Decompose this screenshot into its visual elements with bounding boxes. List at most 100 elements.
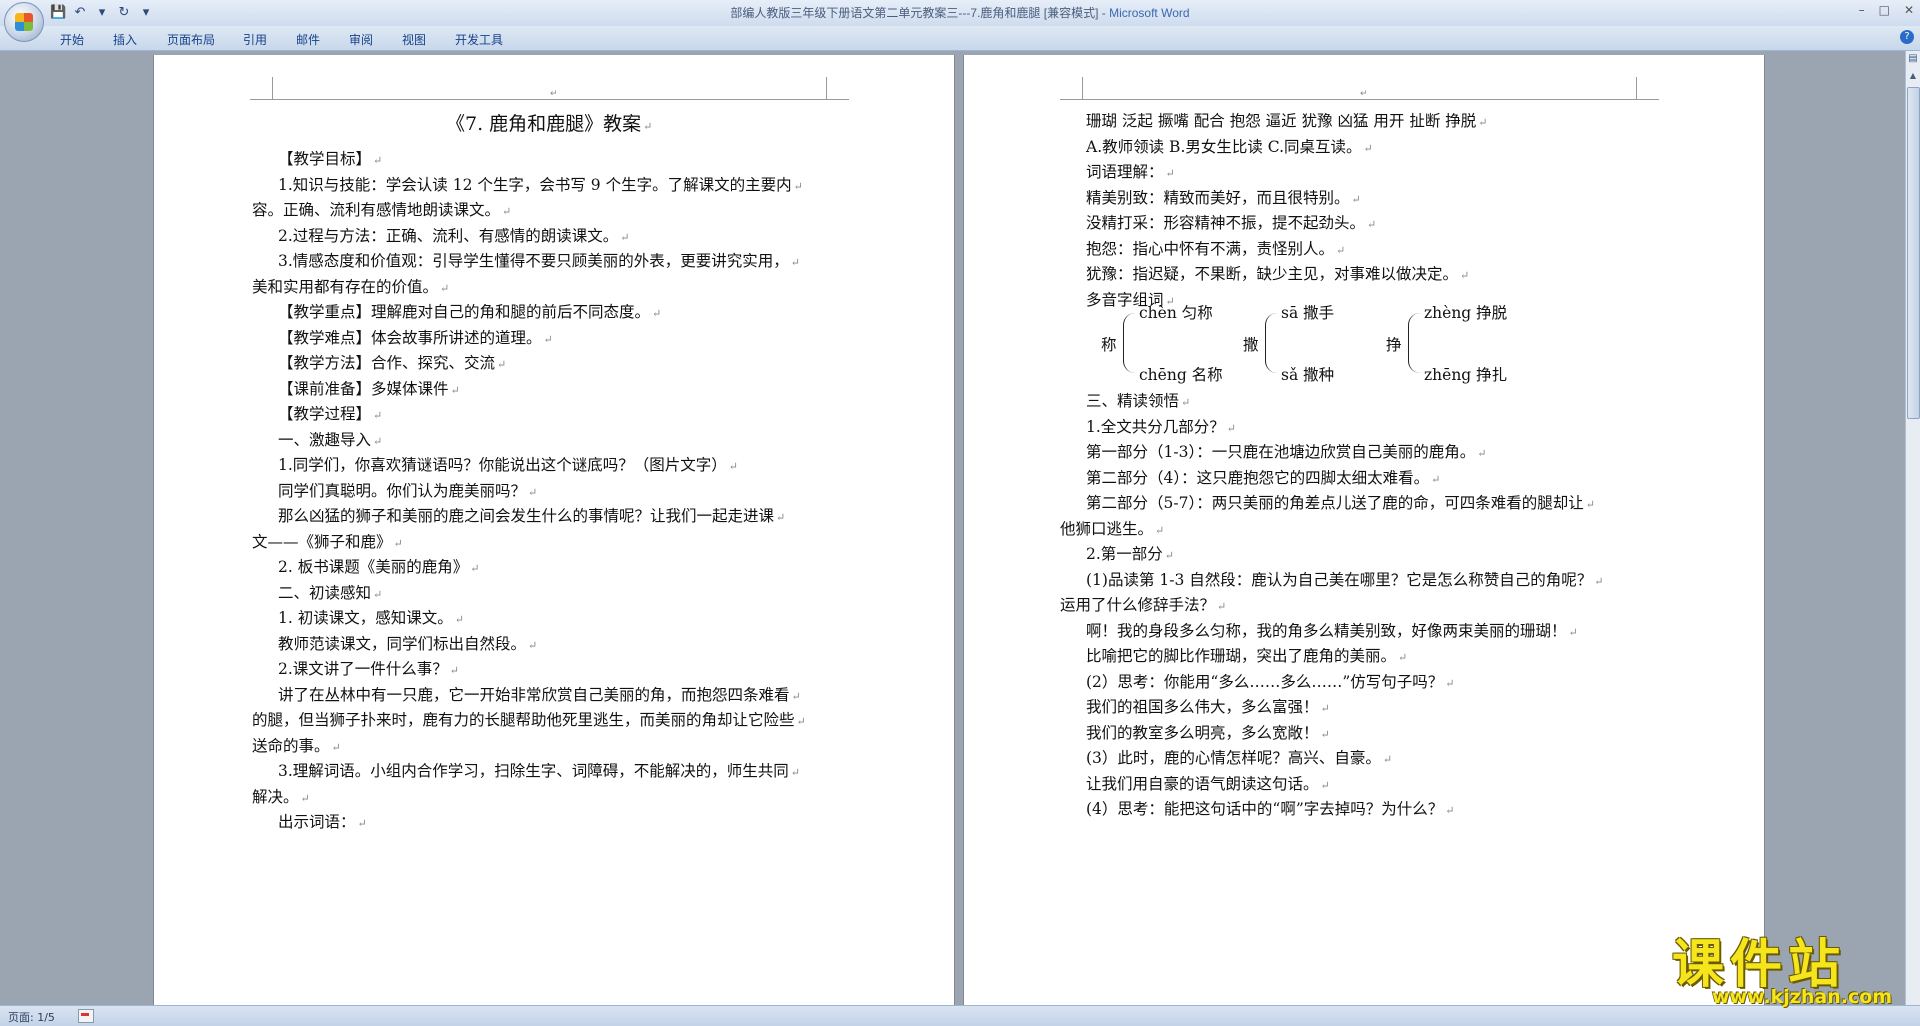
scroll-thumb[interactable] bbox=[1907, 87, 1920, 419]
text-line: 同学们真聪明。你们认为鹿美丽吗？ ↵ bbox=[278, 479, 537, 501]
text-line: 珊瑚 泛起 撅嘴 配合 抱怨 逼近 犹豫 凶猛 用开 扯断 挣脱 ↵ bbox=[1086, 109, 1488, 131]
paragraph-mark: ↵ bbox=[790, 766, 801, 779]
paragraph-mark: ↵ bbox=[1445, 804, 1455, 817]
paragraph-mark: ↵ bbox=[1445, 676, 1455, 690]
maximize-button[interactable]: □ bbox=[1879, 3, 1890, 17]
text-line: 那么凶猛的狮子和美丽的鹿之间会发生什么的事情呢？让我们一起走进课 ↵ bbox=[278, 504, 785, 526]
text-line: 教师范读课文，同学们标出自然段。 ↵ bbox=[278, 632, 537, 654]
office-button[interactable] bbox=[4, 2, 44, 42]
paragraph-mark: ↵ bbox=[373, 587, 383, 601]
paragraph-mark: ↵ bbox=[331, 740, 341, 754]
text-line-content: 1.知识与技能：学会认读 12 个生字，会书写 9 个生字。了解课文的主要内 bbox=[278, 175, 792, 194]
header-paragraph-mark: ↵ bbox=[550, 89, 558, 99]
text-line-content: 我们的祖国多么伟大，多么富强！ bbox=[1086, 698, 1319, 716]
polyphone-reading-bottom: zhēng 挣扎 bbox=[1424, 366, 1508, 384]
paragraph-mark: ↵ bbox=[1594, 574, 1604, 588]
minimize-button[interactable]: – bbox=[1859, 3, 1865, 17]
paragraph-mark: ↵ bbox=[1155, 523, 1165, 537]
text-line: 犹豫：指迟疑，不果断，缺少主见，对事难以做决定。 ↵ bbox=[1086, 262, 1469, 284]
text-line: 1.知识与技能：学会认读 12 个生字，会书写 9 个生字。了解课文的主要内 ↵ bbox=[278, 173, 803, 195]
text-line: 第二部分（5-7）：两只美丽的角差点儿送了鹿的命，可四条难看的腿却让 ↵ bbox=[1086, 491, 1595, 513]
text-line: 第二部分（4）：这只鹿抱怨它的四脚太细太难看。 ↵ bbox=[1086, 466, 1440, 488]
text-line: 二、初读感知 ↵ bbox=[278, 581, 382, 603]
document-page-1[interactable]: ↵ 《7. 鹿角和鹿腿》教案 ↵ 【教学目标】 ↵ 1.知识与技能：学会认读 12 个生… bbox=[153, 55, 955, 1005]
tab-insert[interactable]: 插入 bbox=[113, 31, 137, 48]
margin-corner bbox=[1060, 77, 1083, 100]
paragraph-mark: ↵ bbox=[1585, 498, 1595, 511]
title-bar: 💾 ↶ ▾ ↻ ▾ 部编人教版三年级下册语文第二单元教案三---7.鹿角和鹿腿 … bbox=[0, 0, 1920, 27]
help-icon[interactable]: ? bbox=[1900, 30, 1914, 44]
text-line: 讲了在丛林中有一只鹿，它一开始非常欣赏自己美丽的角，而抱怨四条难看 ↵ bbox=[278, 683, 801, 705]
text-line: 2.课文讲了一件什么事？ ↵ bbox=[278, 657, 459, 679]
paragraph-mark: ↵ bbox=[1320, 727, 1330, 741]
proofing-icon[interactable] bbox=[78, 1009, 94, 1023]
text-line-content: 讲了在丛林中有一只鹿，它一开始非常欣赏自己美丽的角，而抱怨四条难看 bbox=[278, 685, 790, 704]
page-count[interactable]: 页面: 1/5 bbox=[8, 1009, 55, 1025]
text-line-content: 2.第一部分 bbox=[1086, 545, 1163, 563]
paragraph-mark: ↵ bbox=[1336, 243, 1346, 257]
text-line-content: 精美别致：精致而美好，而且很特别。 bbox=[1086, 188, 1350, 207]
text-line: 2.第一部分 ↵ bbox=[1086, 542, 1174, 564]
text-line: 1. 初读课文，感知课文。 ↵ bbox=[278, 606, 464, 628]
text-line-content: 比喻把它的脚比作珊瑚，突出了鹿角的美丽。 bbox=[1086, 647, 1397, 665]
close-button[interactable]: ✕ bbox=[1904, 3, 1914, 17]
text-line: 精美别致：精致而美好，而且很特别。 ↵ bbox=[1086, 186, 1361, 208]
text-line-content: 我们的教室多么明亮，多么宽敞！ bbox=[1086, 723, 1319, 742]
text-line-content: 文——《狮子和鹿》 bbox=[252, 532, 392, 551]
text-line-content: 【教学重点】理解鹿对自己的角和腿的前后不同态度。 bbox=[278, 303, 651, 321]
polyphone-reading-top: chèn 匀称 bbox=[1139, 304, 1213, 322]
text-line: 比喻把它的脚比作珊瑚，突出了鹿角的美丽。 ↵ bbox=[1086, 644, 1407, 666]
text-line-content: 美和实用都有存在的价值。 bbox=[252, 277, 439, 296]
paragraph-mark: ↵ bbox=[1165, 167, 1175, 180]
tab-mailings[interactable]: 邮件 bbox=[296, 31, 320, 48]
header-line bbox=[272, 99, 826, 100]
text-line-content: 【课前准备】多媒体课件 bbox=[278, 379, 449, 398]
text-line-content: 【教学方法】合作、探究、交流 bbox=[278, 354, 496, 372]
office-logo-icon bbox=[15, 13, 33, 31]
margin-corner bbox=[250, 77, 273, 100]
text-line-content: 啊！我的身段多么匀称，我的角多么精美别致，好像两束美丽的珊瑚！ bbox=[1086, 621, 1567, 640]
ribbon-tabs: 开始 插入 页面布局 引用 邮件 审阅 视图 开发工具 ? bbox=[0, 26, 1920, 51]
tab-home[interactable]: 开始 bbox=[60, 31, 84, 48]
margin-corner bbox=[1636, 77, 1659, 100]
paragraph-mark: ↵ bbox=[373, 434, 383, 448]
text-line-content: 1.全文共分几部分？ bbox=[1086, 417, 1225, 436]
text-line-content: 那么凶猛的狮子和美丽的鹿之间会发生什么的事情呢？让我们一起走进课 bbox=[278, 507, 775, 525]
text-line-content: 没精打采：形容精神不振，提不起劲头。 bbox=[1086, 214, 1366, 232]
text-line: 出示词语： ↵ bbox=[278, 810, 367, 832]
text-line: 1.同学们，你喜欢猜谜语吗？你能说出这个谜底吗？（图片文字） ↵ bbox=[278, 453, 738, 475]
vertical-scrollbar[interactable]: ▤ ▲ bbox=[1905, 51, 1920, 1005]
paragraph-mark: ↵ bbox=[776, 511, 786, 524]
document-page-2[interactable]: ↵ 珊瑚 泛起 撅嘴 配合 抱怨 逼近 犹豫 凶猛 用开 扯断 挣脱 ↵ A.教师领… bbox=[963, 55, 1765, 1005]
tab-view[interactable]: 视图 bbox=[402, 31, 426, 48]
scroll-up-icon[interactable]: ▲ bbox=[1907, 69, 1919, 83]
text-line: 一、激趣导入 ↵ bbox=[278, 428, 382, 450]
text-line-content: 解决。 bbox=[252, 787, 299, 806]
text-line-content: 3.情感态度和价值观：引导学生懂得不要只顾美丽的外表，更要讲究实用， bbox=[278, 252, 789, 270]
text-line: 美和实用都有存在的价值。 ↵ bbox=[252, 275, 449, 297]
paragraph-mark: ↵ bbox=[1351, 192, 1361, 206]
paragraph-mark: ↵ bbox=[470, 562, 480, 575]
paragraph-mark: ↵ bbox=[497, 358, 507, 371]
paragraph-mark: ↵ bbox=[1181, 396, 1191, 409]
paragraph-mark: ↵ bbox=[1164, 549, 1175, 562]
text-line-content: 2.课文讲了一件什么事？ bbox=[278, 660, 448, 678]
paragraph-mark: ↵ bbox=[1320, 778, 1330, 792]
status-bar: 页面: 1/5 bbox=[0, 1005, 1920, 1026]
paragraph-mark: ↵ bbox=[1477, 447, 1487, 460]
paragraph-mark: ↵ bbox=[791, 689, 801, 703]
watermark: 课件站 www.kjzhan.com bbox=[1672, 922, 1902, 1012]
text-line: 我们的教室多么明亮，多么宽敞！ ↵ bbox=[1086, 721, 1330, 743]
tab-review[interactable]: 审阅 bbox=[349, 31, 373, 48]
text-line-content: 让我们用自豪的语气朗读这句话。 bbox=[1086, 774, 1319, 793]
paragraph-mark: ↵ bbox=[357, 817, 367, 830]
tab-developer[interactable]: 开发工具 bbox=[455, 31, 503, 48]
watermark-url: www.kjzhan.com bbox=[1712, 986, 1893, 1008]
text-line: 的腿，但当狮子扑来时，鹿有力的长腿帮助他死里逃生，而美丽的角却让它险些 ↵ bbox=[252, 708, 806, 730]
view-ruler-icon[interactable]: ▤ bbox=[1907, 53, 1919, 65]
tab-page-layout[interactable]: 页面布局 bbox=[167, 31, 215, 48]
tab-references[interactable]: 引用 bbox=[243, 31, 267, 48]
text-line-content: 第二部分（4）：这只鹿抱怨它的四脚太细太难看。 bbox=[1086, 468, 1430, 487]
text-line: (2）思考：你能用“多么……多么……”仿写句子吗？ ↵ bbox=[1086, 670, 1454, 692]
text-line-content: (1)品读第 1-3 自然段：鹿认为自己美在哪里？它是怎么称赞自己的角呢？ bbox=[1086, 570, 1593, 589]
